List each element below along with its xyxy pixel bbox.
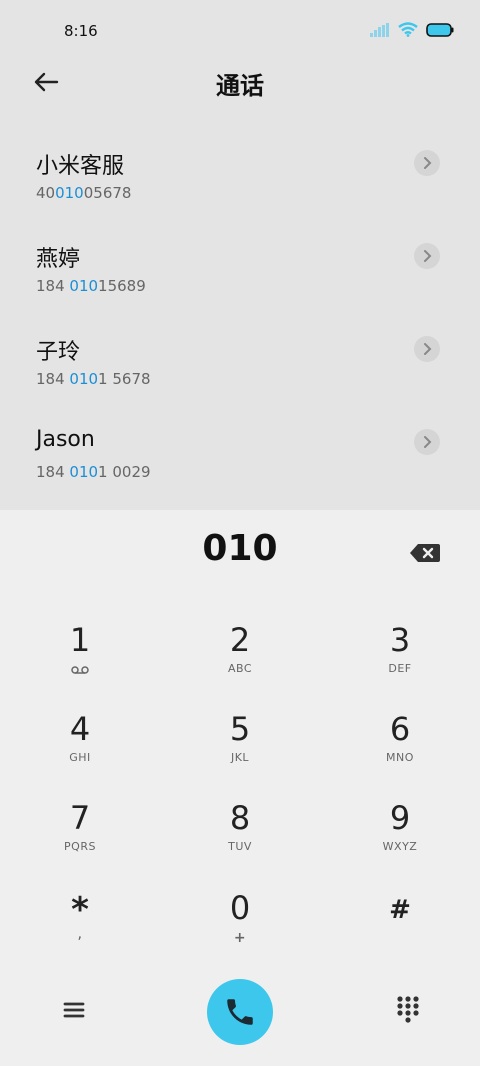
key-2[interactable]: 2 ABC	[160, 620, 320, 700]
contact-detail-button[interactable]	[414, 429, 440, 455]
key-digit: 5	[229, 710, 251, 748]
key-star[interactable]: * ,	[0, 890, 160, 970]
key-4[interactable]: 4 GHI	[0, 709, 160, 789]
key-letters: ,	[77, 924, 83, 942]
key-letters: GHI	[69, 751, 91, 764]
keypad-icon[interactable]	[394, 994, 422, 1024]
key-letters: +	[233, 930, 247, 946]
contact-name: Jason	[36, 427, 95, 452]
battery-icon	[426, 22, 454, 37]
wifi-icon	[398, 22, 418, 37]
voicemail-icon	[71, 666, 89, 674]
key-letters: MNO	[386, 751, 414, 764]
key-digit: 0	[229, 889, 251, 927]
contact-row[interactable]: 子玲 184 0101 5678	[0, 334, 480, 424]
status-time: 8:16	[64, 22, 98, 40]
chevron-right-icon	[424, 250, 432, 262]
key-1[interactable]: 1	[0, 620, 160, 700]
contact-row[interactable]: 燕婷 184 01015689	[0, 241, 480, 331]
key-letters: ABC	[227, 662, 253, 675]
page-title: 通话	[216, 72, 264, 100]
chevron-right-icon	[424, 157, 432, 169]
contact-name: 燕婷	[36, 247, 81, 272]
key-3[interactable]: 3 DEF	[320, 620, 480, 700]
key-8[interactable]: 8 TUV	[160, 798, 320, 878]
contact-detail-button[interactable]	[414, 150, 440, 176]
key-9[interactable]: 9 WXYZ	[320, 798, 480, 878]
contact-number: 4001005678	[36, 184, 132, 202]
contact-detail-button[interactable]	[414, 243, 440, 269]
key-letters: JKL	[230, 751, 250, 764]
chevron-right-icon	[424, 436, 432, 448]
key-letters: PQRS	[64, 840, 96, 853]
key-7[interactable]: 7 PQRS	[0, 798, 160, 878]
dialpad-panel: 010 1 2 ABC 3 DEF 4 GHI 5 JKL 6 MNO 7 PQ…	[0, 510, 480, 1066]
key-5[interactable]: 5 JKL	[160, 709, 320, 789]
key-0[interactable]: 0 +	[160, 888, 320, 968]
contact-number: 184 0101 5678	[36, 370, 151, 388]
menu-icon[interactable]	[60, 996, 88, 1024]
suggestions-panel: 8:16 通话 小米客服 4001005678 燕婷 184 01015689 …	[0, 0, 480, 510]
key-digit: 1	[69, 621, 91, 659]
key-digit: #	[389, 895, 411, 925]
key-digit: 8	[229, 799, 251, 837]
status-icons	[370, 22, 454, 37]
key-digit: 7	[69, 799, 91, 837]
contact-name: 小米客服	[36, 154, 125, 179]
key-letters: WXYZ	[382, 840, 418, 853]
chevron-right-icon	[424, 343, 432, 355]
backspace-icon[interactable]	[408, 540, 442, 566]
phone-icon	[227, 999, 253, 1025]
contact-name: 子玲	[36, 340, 81, 365]
key-digit: 2	[229, 621, 251, 659]
signal-icon	[370, 22, 389, 37]
key-6[interactable]: 6 MNO	[320, 709, 480, 789]
key-hash[interactable]: #	[320, 890, 480, 970]
key-digit: 6	[389, 710, 411, 748]
call-button[interactable]	[207, 979, 273, 1045]
key-digit: 3	[389, 621, 411, 659]
contact-detail-button[interactable]	[414, 336, 440, 362]
key-letters: DEF	[388, 662, 412, 675]
key-digit: 4	[69, 710, 91, 748]
contact-number: 184 01015689	[36, 277, 146, 295]
contact-number: 184 0101 0029	[36, 463, 151, 481]
key-digit: 9	[389, 799, 411, 837]
status-bar: 8:16	[0, 0, 480, 62]
contact-row[interactable]: Jason 184 0101 0029	[0, 427, 480, 517]
contact-row[interactable]: 小米客服 4001005678	[0, 148, 480, 238]
key-letters: TUV	[228, 840, 252, 853]
